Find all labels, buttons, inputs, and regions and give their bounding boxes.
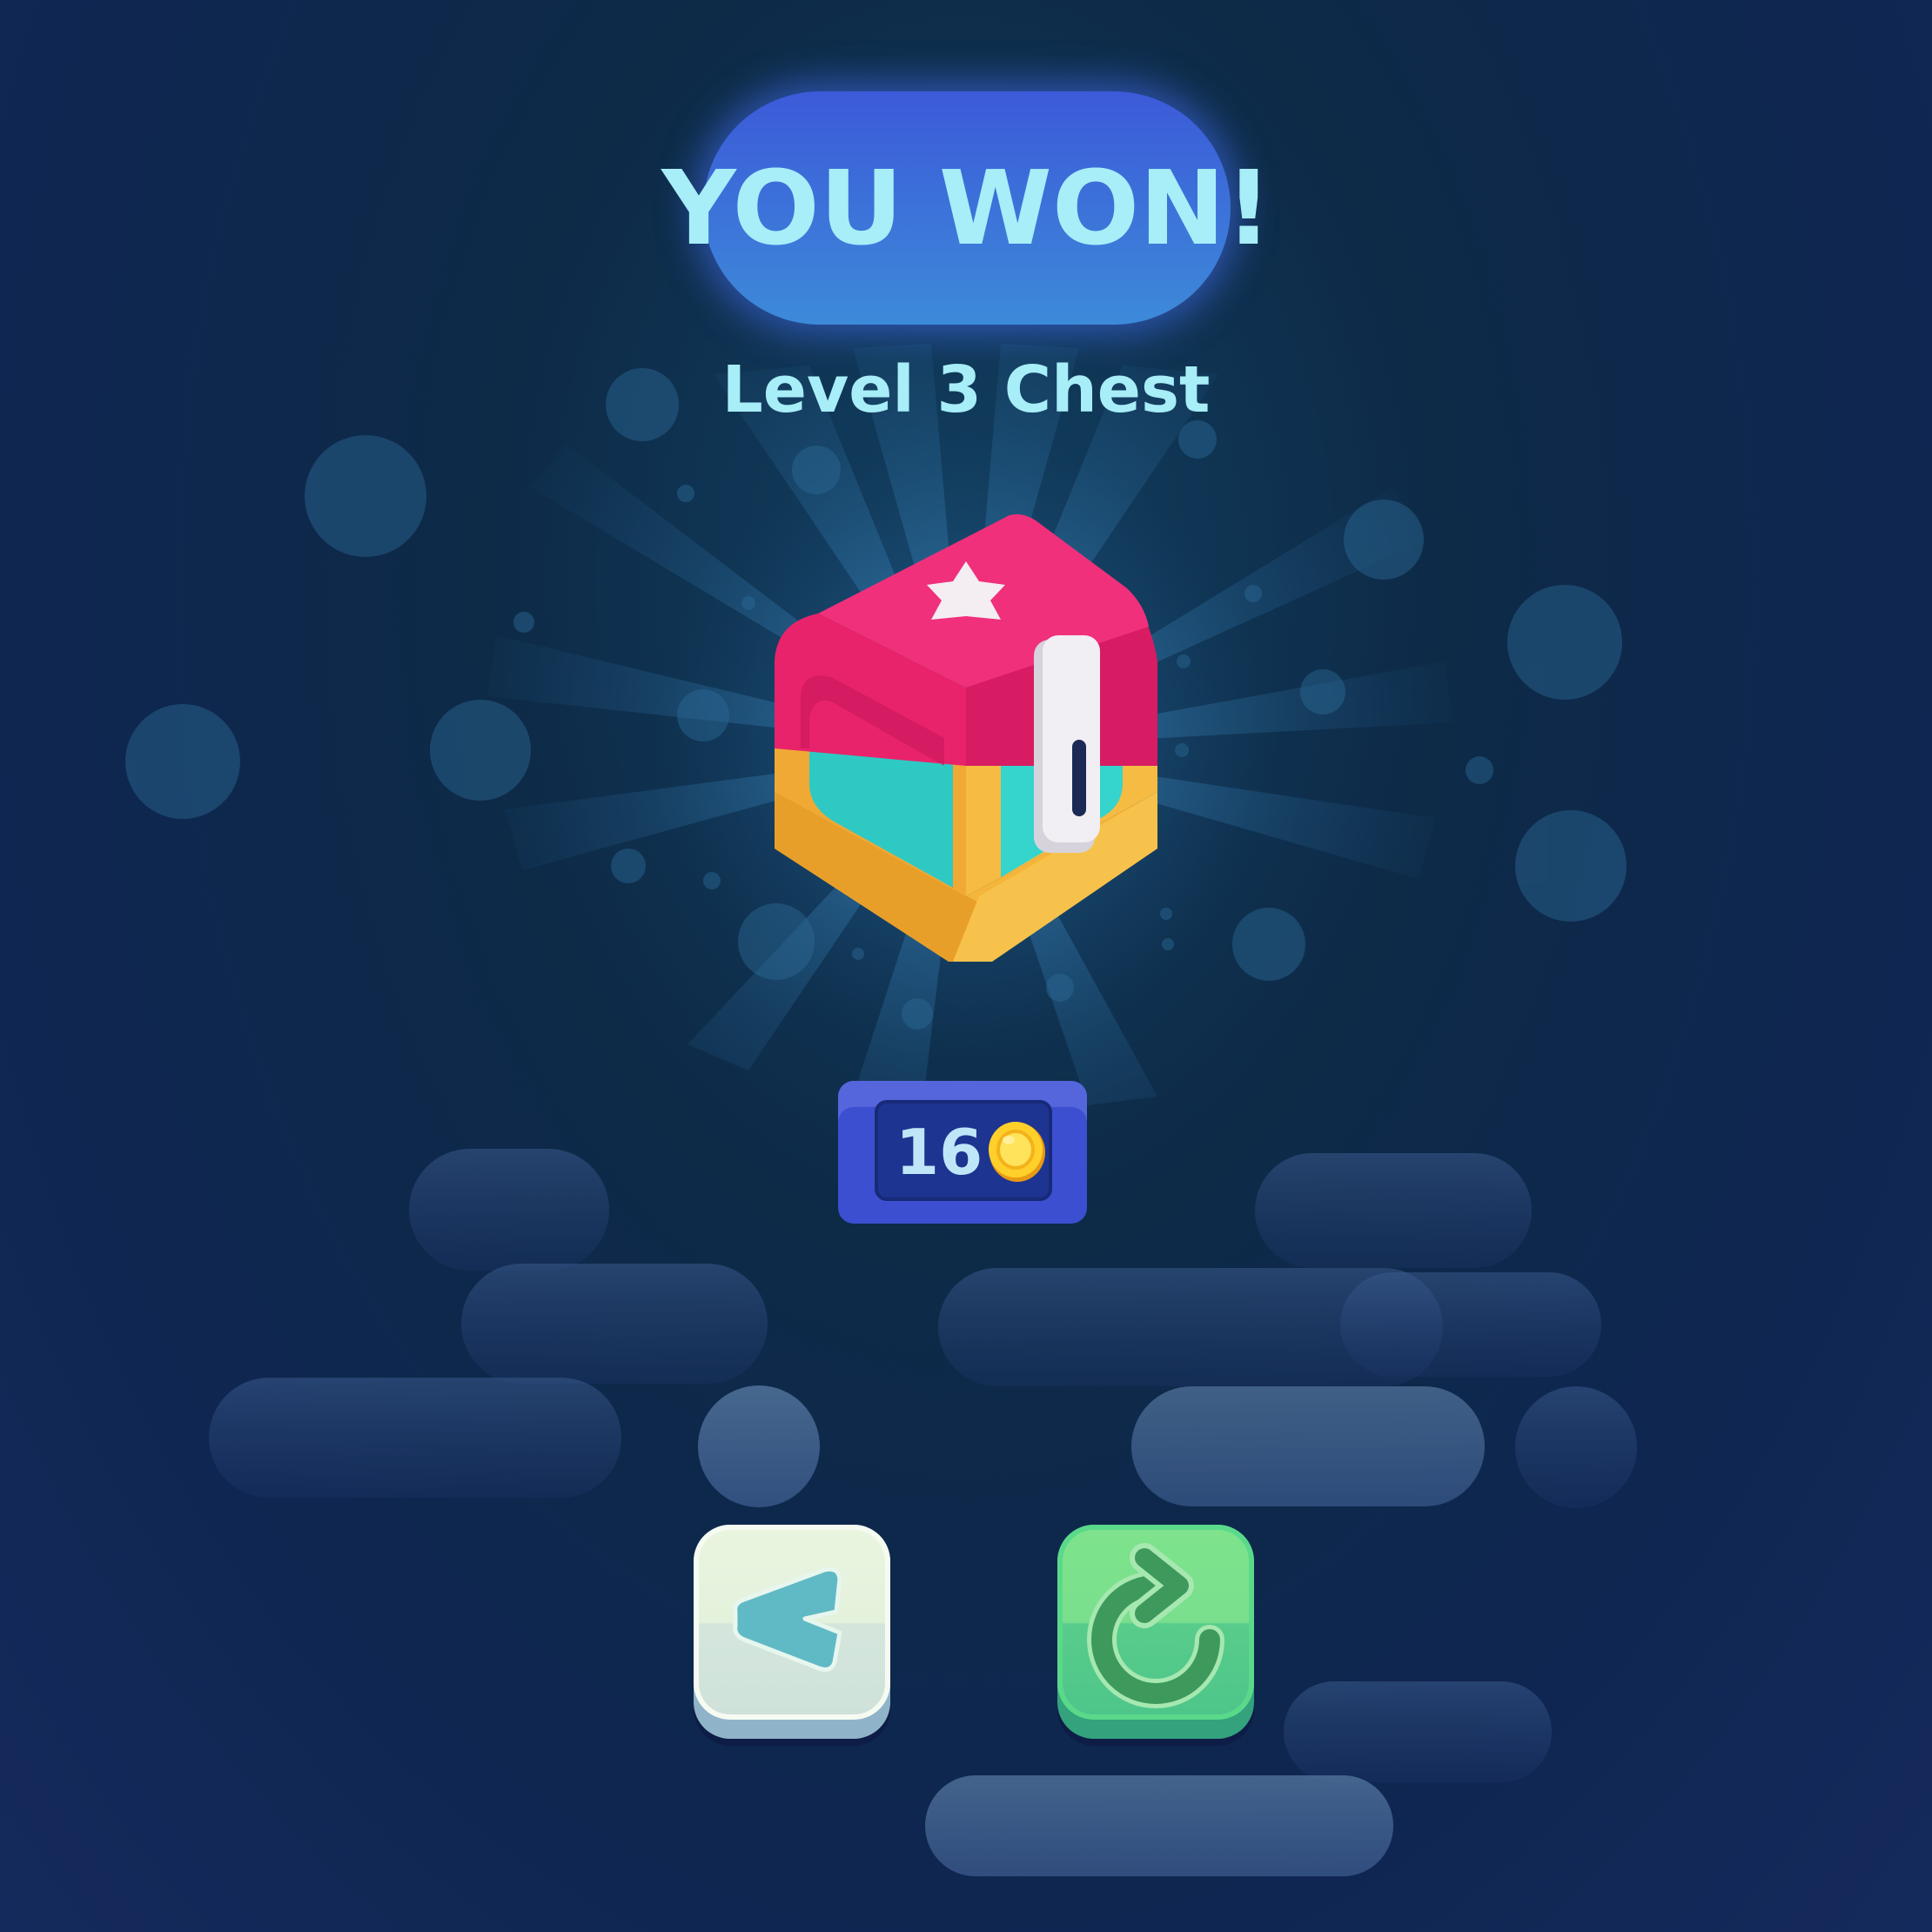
coin-icon [989, 1122, 1045, 1182]
back-button[interactable] [694, 1525, 890, 1739]
replay-button[interactable] [1057, 1525, 1254, 1739]
reward-panel: 16 [838, 1081, 1087, 1224]
back-arrow-icon [733, 1566, 842, 1672]
reward-display: 16 [875, 1100, 1052, 1201]
replay-icon [1087, 1543, 1224, 1708]
treasure-chest-icon [775, 513, 1157, 962]
coin-amount: 16 [896, 1116, 983, 1189]
